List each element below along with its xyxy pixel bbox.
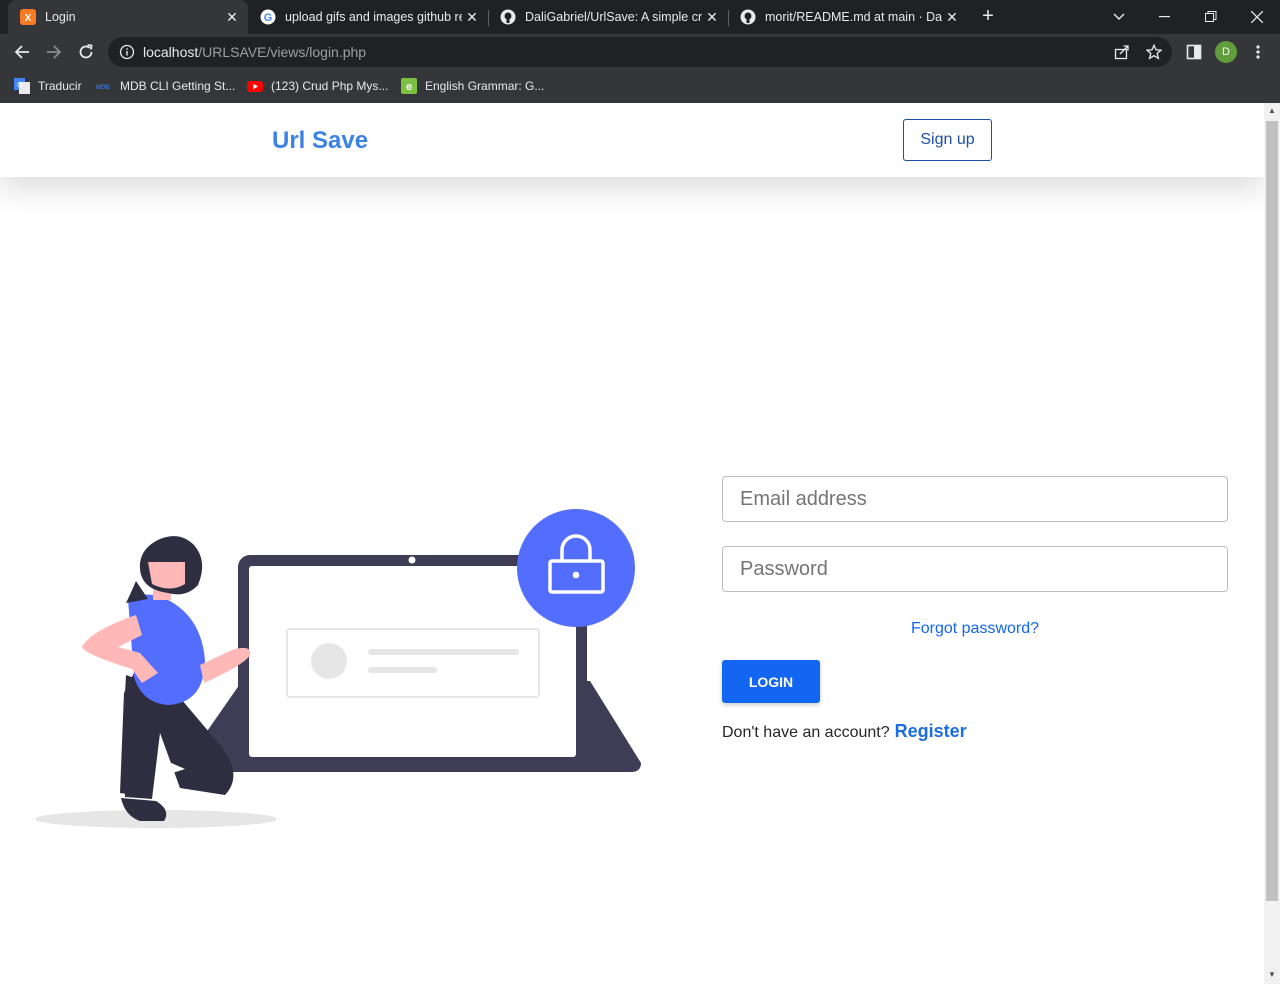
google-icon: G [260,9,276,25]
browser-tab-bar: X Login ✕ G upload gifs and images githu… [0,0,1280,34]
reload-icon[interactable] [72,38,100,66]
register-prompt: Don't have an account? [722,724,890,741]
bookmark-english-grammar[interactable]: e English Grammar: G... [401,76,544,96]
svg-text:MDB: MDB [96,85,110,91]
grammar-icon: e [401,78,417,94]
mdb-icon: MDB [96,78,112,94]
url-text: localhost/URLSAVE/views/login.php [143,44,366,60]
new-tab-icon[interactable]: + [976,4,1000,28]
tab-github-urlsave[interactable]: DaliGabriel/UrlSave: A simple cru ✕ [488,0,728,34]
screen-avatar-placeholder [311,643,347,679]
tab-search-icon[interactable] [1096,0,1142,34]
bookmark-mdb-cli[interactable]: MDB MDB CLI Getting St... [96,76,235,96]
woman-figure [82,536,251,821]
svg-text:G: G [264,12,273,24]
forward-icon[interactable] [40,38,68,66]
screen-line-short [368,667,437,673]
bookmark-label: MDB CLI Getting St... [120,79,236,93]
scroll-down-icon[interactable]: ▼ [1268,971,1276,979]
close-icon[interactable]: ✕ [222,9,242,26]
bookmark-label: (123) Crud Php Mys... [271,79,389,93]
lock-badge [517,509,635,627]
tab-github-readme[interactable]: morit/README.md at main · Dali ✕ [728,0,968,34]
translate-icon: G [14,78,30,94]
scroll-up-icon[interactable]: ▲ [1268,107,1276,115]
address-bar[interactable]: localhost/URLSAVE/views/login.php [108,37,1172,67]
page-scrollbar[interactable]: ▲ ▼ [1264,103,1280,984]
tab-title: morit/README.md at main · Dali [765,10,942,24]
back-icon[interactable] [8,38,36,66]
restore-icon[interactable] [1188,0,1234,34]
svg-text:G: G [17,82,22,89]
screen-line-long [368,649,519,655]
register-line: Don't have an account? Register [722,721,1228,742]
close-window-icon[interactable] [1234,0,1280,34]
signup-button[interactable]: Sign up [903,119,992,161]
scrollbar-thumb[interactable] [1266,121,1278,901]
tab-login[interactable]: X Login ✕ [8,0,248,34]
site-brand[interactable]: Url Save [272,127,368,155]
tab-title: DaliGabriel/UrlSave: A simple cru [525,10,702,24]
login-form: Forgot password? LOGIN Don't have an acc… [722,476,1228,742]
email-field[interactable] [722,476,1228,522]
bookmarks-bar: G Traducir MDB MDB CLI Getting St... (12… [0,70,1280,103]
login-illustration [35,509,641,828]
tab-google-search[interactable]: G upload gifs and images github re ✕ [248,0,488,34]
info-icon[interactable] [119,44,135,60]
site-navbar: Url Save Sign up [0,103,1264,177]
close-icon[interactable]: ✕ [942,9,962,26]
bookmark-label: Traducir [38,79,82,93]
password-field[interactable] [722,546,1228,592]
xampp-icon: X [20,9,36,25]
forgot-password-link[interactable]: Forgot password? [722,620,1228,638]
tab-title: upload gifs and images github re [285,10,462,24]
svg-text:e: e [406,81,412,93]
github-icon [740,9,756,25]
share-icon[interactable] [1108,37,1136,67]
tab-title: Login [45,10,76,24]
menu-icon[interactable] [1244,38,1272,66]
close-icon[interactable]: ✕ [702,9,722,26]
profile-avatar[interactable]: D [1215,41,1237,63]
bookmark-star-icon[interactable] [1140,37,1168,67]
close-icon[interactable]: ✕ [462,9,482,26]
minimize-icon[interactable] [1142,0,1188,34]
page-viewport: Url Save Sign up Email address Forgot pa… [0,103,1264,984]
bookmark-crud-php[interactable]: (123) Crud Php Mys... [247,76,388,96]
side-panel-icon[interactable] [1180,38,1208,66]
laptop-camera [408,556,416,564]
svg-text:X: X [25,13,32,24]
url-path: /URLSAVE/views/login.php [198,44,367,60]
bookmark-label: English Grammar: G... [425,79,545,93]
url-host: localhost [143,44,199,60]
youtube-icon [247,78,263,94]
browser-toolbar: localhost/URLSAVE/views/login.php D [0,34,1280,70]
bookmark-traducir[interactable]: G Traducir [14,76,82,96]
github-icon [500,9,516,25]
register-link[interactable]: Register [895,721,967,742]
login-button[interactable]: LOGIN [722,660,820,703]
